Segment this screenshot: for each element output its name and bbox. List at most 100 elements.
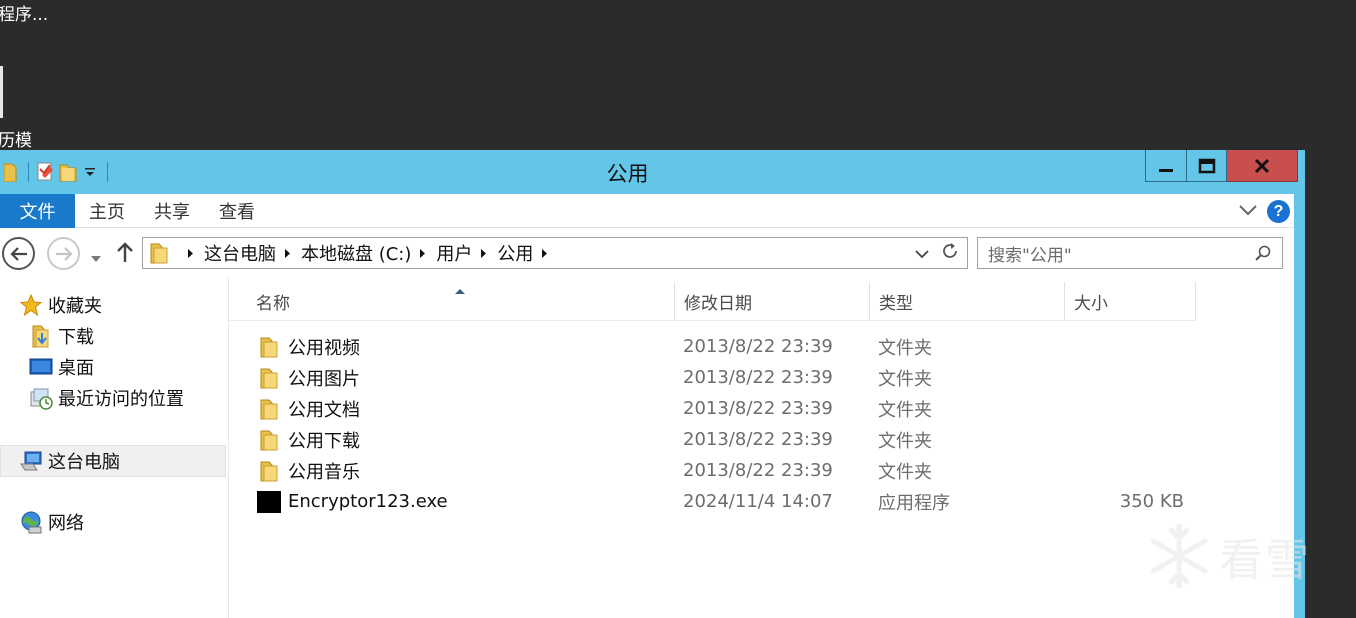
minimize-button[interactable] <box>1145 150 1187 182</box>
breadcrumb-separator-icon[interactable] <box>187 244 194 263</box>
file-modified: 2013/8/22 23:39 <box>683 429 833 450</box>
file-name: Encryptor123.exe <box>288 491 448 512</box>
explorer-window: 公用 文件 主页 共享 查看 ? 这台电脑 本地磁盘 (C:) 用户 公用 搜索… <box>0 150 1305 618</box>
recent-places-icon <box>28 386 54 410</box>
file-type: 文件夹 <box>878 430 932 452</box>
file-size: 350 KB <box>1119 491 1184 512</box>
file-size <box>1009 331 1184 362</box>
sidebar-item-downloads[interactable]: 下载 <box>28 321 94 351</box>
folder-icon <box>257 460 281 482</box>
column-header-name[interactable]: 名称 <box>229 282 675 320</box>
address-bar[interactable]: 这台电脑 本地磁盘 (C:) 用户 公用 <box>142 237 968 269</box>
search-input[interactable]: 搜索"公用" <box>977 237 1283 269</box>
sidebar-item-label: 这台电脑 <box>48 452 120 473</box>
breadcrumb-separator-icon[interactable] <box>480 244 487 263</box>
expand-ribbon-button[interactable] <box>1238 202 1258 222</box>
help-button[interactable]: ? <box>1267 200 1290 223</box>
table-row[interactable]: 公用图片 2013/8/22 23:39 文件夹 <box>229 362 1196 393</box>
network-icon <box>18 510 44 534</box>
table-row[interactable]: 公用文档 2013/8/22 23:39 文件夹 <box>229 393 1196 424</box>
header-divider <box>229 320 1196 321</box>
explorer-content: 收藏夹 下载 桌面 最近访问的位置 这台电脑 网络 名称 修改日期 类型 大小 … <box>0 278 1294 618</box>
file-size <box>1009 424 1184 455</box>
forward-button[interactable] <box>47 237 80 270</box>
sidebar-item-recent-places[interactable]: 最近访问的位置 <box>28 383 184 413</box>
table-row[interactable]: 公用视频 2013/8/22 23:39 文件夹 <box>229 331 1196 362</box>
tab-share[interactable]: 共享 <box>154 194 190 228</box>
folder-icon <box>257 336 281 358</box>
table-row[interactable]: 公用下载 2013/8/22 23:39 文件夹 <box>229 424 1196 455</box>
file-type: 应用程序 <box>878 492 950 514</box>
sidebar-item-network[interactable]: 网络 <box>18 507 84 537</box>
tab-home[interactable]: 主页 <box>89 194 125 228</box>
desktop-text-fragment-2: 历模 <box>0 131 32 151</box>
minimize-icon <box>1159 168 1173 172</box>
column-header-label: 名称 <box>256 293 290 314</box>
sidebar-item-desktop[interactable]: 桌面 <box>28 352 94 382</box>
folder-icon <box>257 367 281 389</box>
column-header-label: 修改日期 <box>684 293 752 314</box>
column-header-label: 大小 <box>1074 293 1108 314</box>
arrow-right-icon <box>55 246 73 261</box>
address-dropdown-button[interactable] <box>915 244 929 263</box>
file-name: 公用文档 <box>288 399 360 421</box>
search-icon <box>1255 245 1271 261</box>
file-modified: 2013/8/22 23:39 <box>683 460 833 481</box>
file-modified: 2013/8/22 23:39 <box>683 398 833 419</box>
desktop-text-fragment: 程序... <box>0 5 49 25</box>
file-modified: 2013/8/22 23:39 <box>683 336 833 357</box>
file-type: 文件夹 <box>878 461 932 483</box>
refresh-icon <box>943 243 957 258</box>
desktop-icon <box>28 355 54 379</box>
column-header-label: 类型 <box>879 293 913 314</box>
sidebar-item-label: 下载 <box>58 327 94 348</box>
sidebar-item-this-pc[interactable]: 这台电脑 <box>18 446 120 476</box>
title-bar[interactable]: 公用 <box>0 150 1305 194</box>
breadcrumb-separator-icon[interactable] <box>284 244 291 263</box>
downloads-folder-icon <box>28 324 54 348</box>
watermark-text: 看雪 <box>1219 535 1311 586</box>
file-name: 公用视频 <box>288 337 360 359</box>
navigation-bar: 这台电脑 本地磁盘 (C:) 用户 公用 搜索"公用" <box>0 228 1294 278</box>
chevron-down-icon <box>1239 205 1257 216</box>
search-placeholder: 搜索"公用" <box>988 245 1072 266</box>
close-button[interactable] <box>1227 150 1298 182</box>
snowflake-icon <box>1150 523 1208 589</box>
help-icon: ? <box>1273 202 1284 220</box>
column-header-row: 名称 修改日期 类型 大小 <box>229 282 1196 320</box>
tab-file[interactable]: 文件 <box>0 194 75 228</box>
sidebar-item-favorites[interactable]: 收藏夹 <box>18 290 102 320</box>
chevron-down-icon <box>915 249 929 258</box>
column-header-type[interactable]: 类型 <box>870 282 1065 320</box>
navigation-pane: 收藏夹 下载 桌面 最近访问的位置 这台电脑 网络 <box>0 278 229 618</box>
back-button[interactable] <box>2 237 35 270</box>
arrow-left-icon <box>9 246 27 261</box>
tab-view[interactable]: 查看 <box>219 194 255 228</box>
column-header-size[interactable]: 大小 <box>1065 282 1196 320</box>
folder-icon <box>257 398 281 420</box>
up-button[interactable] <box>116 241 134 267</box>
breadcrumb-separator-icon[interactable] <box>541 244 548 263</box>
breadcrumb-local-disk[interactable]: 本地磁盘 (C:) <box>301 240 411 266</box>
maximize-button[interactable] <box>1187 150 1227 182</box>
recent-locations-button[interactable] <box>90 248 102 267</box>
file-type: 文件夹 <box>878 368 932 390</box>
maximize-icon <box>1198 158 1215 173</box>
sidebar-item-label: 收藏夹 <box>48 296 102 317</box>
sort-ascending-icon <box>454 280 466 300</box>
file-list: 名称 修改日期 类型 大小 公用视频 2013/8/22 23:39 文件夹 公… <box>229 278 1294 618</box>
breadcrumb: 这台电脑 本地磁盘 (C:) 用户 公用 <box>143 238 915 268</box>
file-size <box>1009 455 1184 486</box>
folder-icon <box>257 429 281 451</box>
breadcrumb-separator-icon[interactable] <box>419 244 426 263</box>
file-size <box>1009 362 1184 393</box>
refresh-button[interactable] <box>941 242 959 264</box>
column-header-modified[interactable]: 修改日期 <box>675 282 870 320</box>
breadcrumb-users[interactable]: 用户 <box>436 240 472 266</box>
file-type: 文件夹 <box>878 337 932 359</box>
table-row[interactable]: 公用音乐 2013/8/22 23:39 文件夹 <box>229 455 1196 486</box>
table-row[interactable]: Encryptor123.exe 2024/11/4 14:07 应用程序 35… <box>229 486 1196 517</box>
breadcrumb-public[interactable]: 公用 <box>497 240 533 266</box>
file-name: 公用图片 <box>288 368 360 390</box>
breadcrumb-this-pc[interactable]: 这台电脑 <box>204 240 276 266</box>
